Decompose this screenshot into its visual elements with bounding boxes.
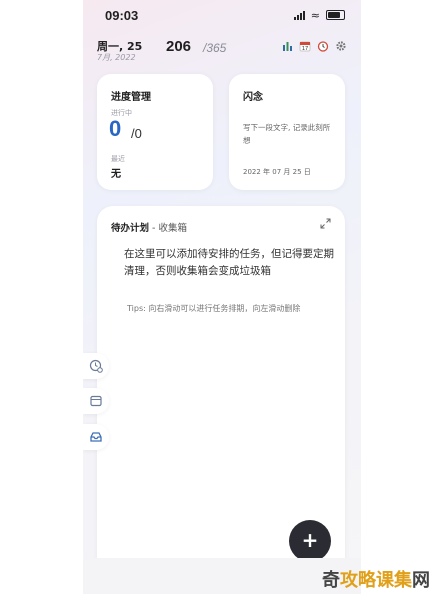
status-icons: ≈ — [293, 8, 345, 22]
in-progress-value: 0 — [109, 116, 122, 141]
todo-empty-message: 在这里可以添加待安排的任务，但记得要定期清理，否则收集箱会变成垃圾箱 — [124, 248, 334, 277]
watermark-part3: 网 — [412, 570, 430, 591]
calendar-icon[interactable]: 17 — [299, 40, 311, 55]
recent-label: 最近 — [111, 155, 125, 163]
status-time: 09:03 — [105, 8, 139, 23]
watermark-part1: 奇 — [322, 570, 340, 591]
toolbar: 17 — [282, 40, 347, 55]
expand-icon[interactable] — [320, 218, 331, 232]
wifi-icon: ≈ — [310, 8, 320, 22]
header: 周一, 25 7月, 2022 206 /365 17 — [83, 38, 361, 68]
bottom-area — [83, 558, 361, 594]
status-bar: 09:03 ≈ — [83, 0, 361, 32]
app-screen: 09:03 ≈ 周一, 25 7月, 2022 206 /365 17 进度管理… — [83, 0, 361, 594]
clock-badge-icon[interactable] — [83, 353, 109, 379]
watermark: 奇攻略课集网 — [322, 566, 430, 592]
day-count: 206 — [166, 38, 192, 55]
todo-card-title: 待办计划 - 收集箱 — [111, 220, 187, 234]
gear-icon[interactable] — [335, 40, 347, 55]
calendar-panel-icon[interactable] — [83, 388, 109, 414]
header-date: 7月, 2022 — [97, 53, 136, 62]
todo-tips: Tips: 向右滑动可以进行任务排期，向左滑动删除 — [127, 304, 301, 313]
day-total: /365 — [203, 41, 227, 55]
todo-subtitle: - 收集箱 — [149, 223, 187, 234]
flash-note-card[interactable]: 闪念 写下一段文字, 记录此刻所想 2022 年 07 月 25 日 — [229, 74, 345, 190]
todo-title-text: 待办计划 — [111, 223, 150, 234]
inbox-icon[interactable] — [83, 424, 109, 450]
flash-card-text: 写下一段文字, 记录此刻所想 — [243, 123, 331, 145]
watermark-part2: 攻略课集 — [340, 570, 412, 591]
progress-total: /0 — [131, 126, 142, 141]
progress-card[interactable]: 进度管理 进行中 0 /0 最近 无 — [97, 74, 213, 190]
bar-chart-icon[interactable] — [282, 40, 293, 55]
progress-card-title: 进度管理 — [111, 92, 151, 103]
battery-icon — [326, 10, 345, 20]
signal-icon — [293, 10, 305, 20]
add-task-button[interactable]: + — [289, 520, 331, 562]
flash-card-date: 2022 年 07 月 25 日 — [243, 168, 311, 176]
alarm-clock-icon[interactable] — [317, 40, 329, 55]
recent-value: 无 — [111, 169, 121, 180]
svg-text:17: 17 — [302, 46, 308, 52]
flash-card-title: 闪念 — [243, 92, 263, 103]
